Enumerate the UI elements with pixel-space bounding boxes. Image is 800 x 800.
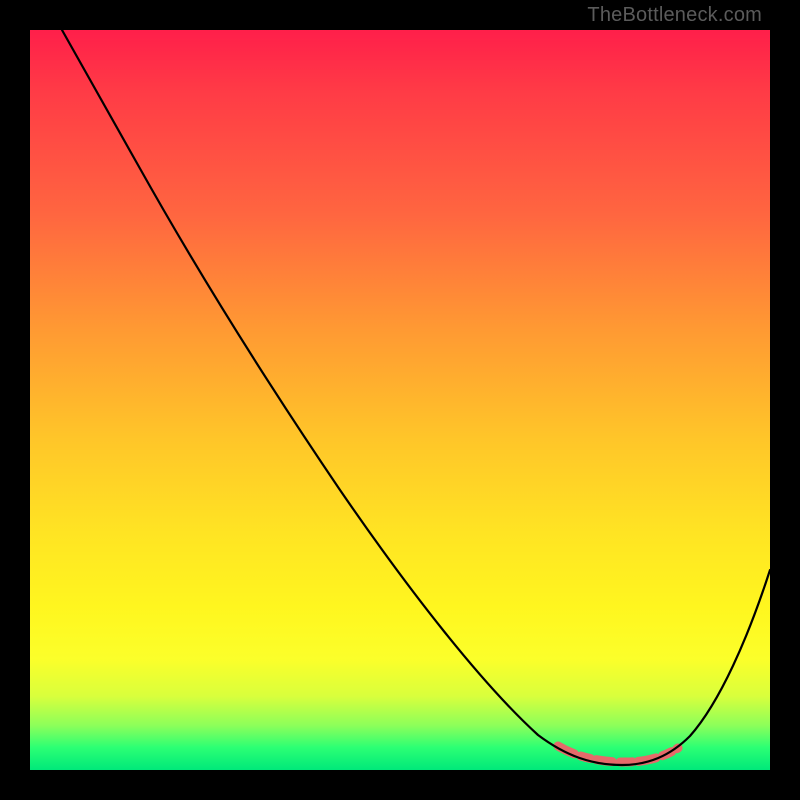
bottleneck-curve xyxy=(62,30,770,765)
bottleneck-highlight xyxy=(558,746,678,762)
watermark-text: TheBottleneck.com xyxy=(587,4,762,27)
chart-frame xyxy=(30,30,770,770)
curve-layer xyxy=(30,30,770,770)
